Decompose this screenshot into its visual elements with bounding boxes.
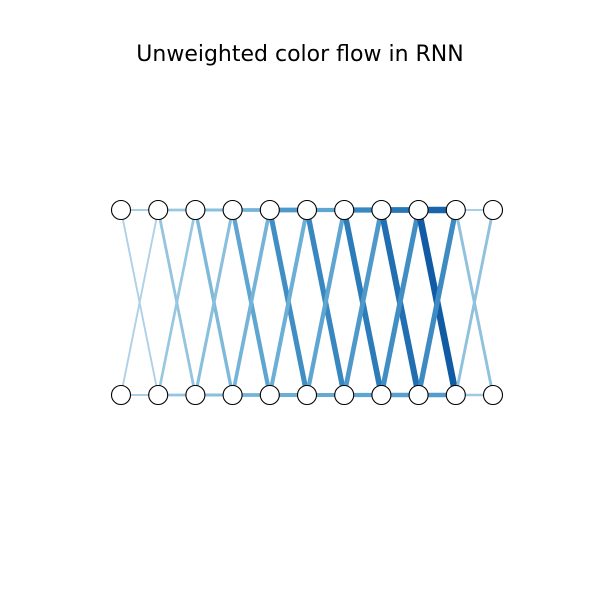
node-bottom-5 (296, 384, 318, 406)
node-top-6 (334, 199, 355, 221)
node-top-0 (110, 199, 132, 221)
node-top-8 (408, 199, 429, 221)
figure: Unweighted color flow in RNN (0, 0, 600, 600)
node-bottom-7 (371, 384, 392, 406)
node-bottom-9 (445, 384, 466, 406)
node-bottom-10 (482, 384, 504, 406)
node-top-7 (371, 199, 392, 221)
node-top-1 (148, 199, 169, 221)
node-bottom-8 (408, 384, 429, 406)
node-bottom-3 (222, 384, 243, 406)
node-top-9 (445, 199, 466, 221)
node-bottom-6 (334, 384, 355, 406)
nodes-layer (110, 199, 504, 406)
node-bottom-0 (110, 384, 132, 406)
node-top-3 (222, 199, 243, 221)
flow-diagram (110, 199, 504, 406)
node-bottom-4 (259, 384, 280, 406)
node-top-5 (296, 199, 318, 221)
node-top-2 (185, 199, 206, 221)
node-bottom-2 (185, 384, 206, 406)
edges-layer (120, 206, 495, 398)
node-top-4 (259, 199, 280, 221)
node-bottom-1 (148, 384, 169, 406)
node-top-10 (482, 199, 504, 221)
